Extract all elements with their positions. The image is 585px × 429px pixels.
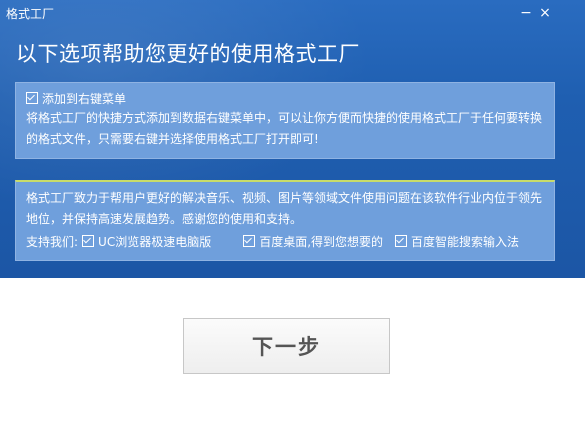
context-menu-panel: 添加到右键菜单 将格式工厂的快捷方式添加到数据右键菜单中，可以让你方便而快捷的使… [15, 82, 555, 159]
installer-window: 格式工厂 − × 以下选项帮助您更好的使用格式工厂 添加到右键菜单 将格式工厂的… [0, 0, 585, 278]
support-option-uc-browser[interactable]: UC浏览器极速电脑版 [82, 233, 211, 250]
support-label: 支持我们: [26, 234, 79, 249]
support-description: 格式工厂致力于帮用户更好的解决音乐、视频、图片等领域文件使用问题在该软件行业内位… [26, 191, 543, 226]
baidu-input-checkbox[interactable] [395, 235, 408, 247]
minimize-button[interactable]: − [516, 3, 536, 23]
context-menu-checkbox[interactable] [26, 92, 38, 104]
baidu-input-label: 百度智能搜索输入法 [411, 234, 520, 249]
baidu-desktop-label: 百度桌面,得到您想要的 [259, 234, 384, 249]
baidu-desktop-checkbox[interactable] [243, 235, 256, 247]
context-menu-description: 将格式工厂的快捷方式添加到数据右键菜单中，可以让你方便而快捷的使用格式工厂于任何… [26, 111, 543, 146]
uc-browser-label: UC浏览器极速电脑版 [98, 234, 212, 249]
support-option-baidu-input[interactable]: 百度智能搜索输入法 [395, 233, 519, 250]
page-headline: 以下选项帮助您更好的使用格式工厂 [16, 42, 360, 66]
context-menu-option[interactable]: 添加到右键菜单 [26, 88, 544, 108]
close-button[interactable]: × [535, 3, 555, 23]
support-options: 支持我们: UC浏览器极速电脑版 百度桌面,得到您想要的 百度智能搜索输入法 [26, 231, 544, 251]
support-option-baidu-desktop[interactable]: 百度桌面,得到您想要的 [243, 233, 383, 250]
next-step-button[interactable]: 下一步 [183, 318, 390, 374]
title-bar[interactable]: 格式工厂 − × [0, 0, 585, 26]
window-title: 格式工厂 [6, 7, 55, 21]
support-panel: 格式工厂致力于帮用户更好的解决音乐、视频、图片等领域文件使用问题在该软件行业内位… [15, 180, 555, 261]
context-menu-label: 添加到右键菜单 [42, 91, 127, 106]
uc-browser-checkbox[interactable] [82, 235, 95, 247]
